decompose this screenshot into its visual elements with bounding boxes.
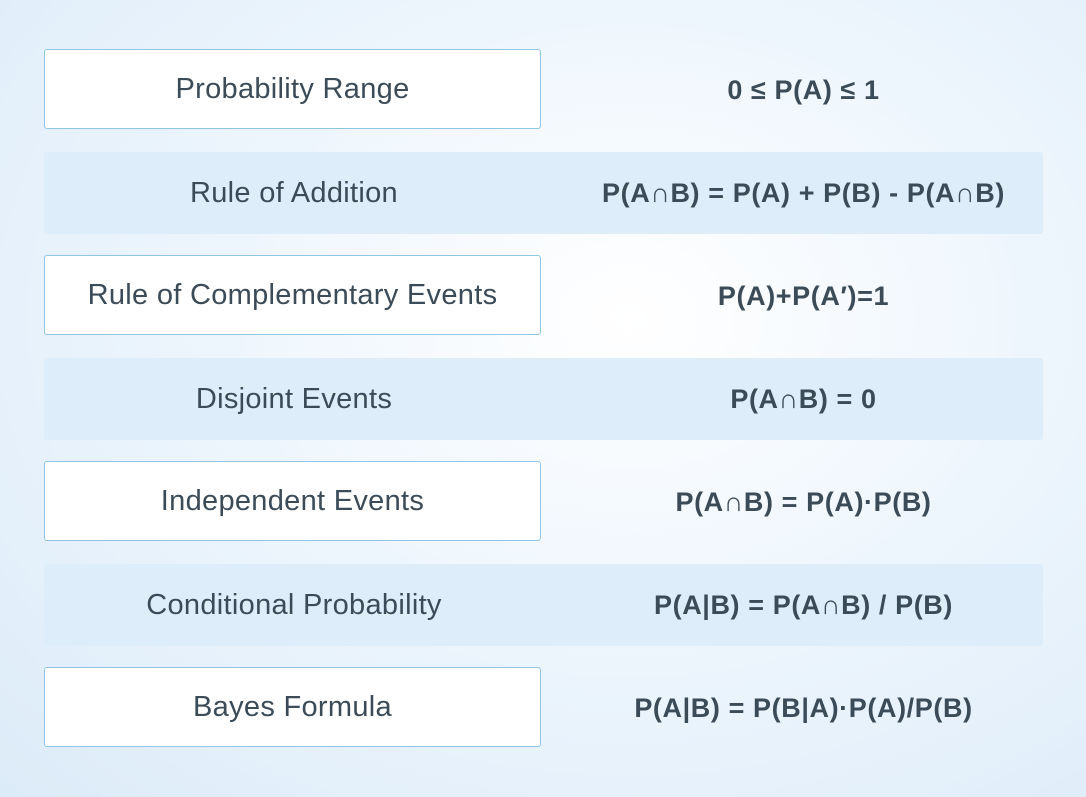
- rule-name: Rule of Addition: [190, 176, 398, 209]
- rule-name: Probability Range: [44, 49, 541, 129]
- rule-formula: 0 ≤ P(A) ≤ 1: [727, 74, 880, 105]
- probability-rules-table: Probability Range 0 ≤ P(A) ≤ 1 Rule of A…: [44, 49, 1043, 749]
- rule-row-complementary-events: Rule of Complementary Events P(A)+P(A′)=…: [44, 255, 1043, 337]
- rule-formula: P(A)+P(A′)=1: [717, 280, 890, 311]
- rule-row-addition: Rule of Addition P(A∩B) = P(A) + P(B) - …: [44, 152, 1043, 234]
- rule-row-disjoint-events: Disjoint Events P(A∩B) = 0: [44, 358, 1043, 440]
- rule-row-probability-range: Probability Range 0 ≤ P(A) ≤ 1: [44, 49, 1043, 131]
- rule-formula: P(A|B) = P(B|A)·P(A)/P(B): [634, 692, 973, 723]
- rule-name: Bayes Formula: [44, 667, 541, 747]
- rule-formula: P(A∩B) = 0: [730, 383, 877, 414]
- rule-formula: P(A∩B) = P(A)·P(B): [675, 486, 932, 517]
- rule-name: Conditional Probability: [146, 588, 442, 621]
- rule-row-conditional-probability: Conditional Probability P(A|B) = P(A∩B) …: [44, 564, 1043, 646]
- rule-formula: P(A∩B) = P(A) + P(B) - P(A∩B): [602, 177, 1005, 208]
- rule-row-independent-events: Independent Events P(A∩B) = P(A)·P(B): [44, 461, 1043, 543]
- rule-name: Disjoint Events: [195, 382, 393, 415]
- rule-formula: P(A|B) = P(A∩B) / P(B): [654, 589, 953, 620]
- rule-name: Rule of Complementary Events: [44, 255, 541, 335]
- rule-name: Independent Events: [44, 461, 541, 541]
- rule-row-bayes-formula: Bayes Formula P(A|B) = P(B|A)·P(A)/P(B): [44, 667, 1043, 749]
